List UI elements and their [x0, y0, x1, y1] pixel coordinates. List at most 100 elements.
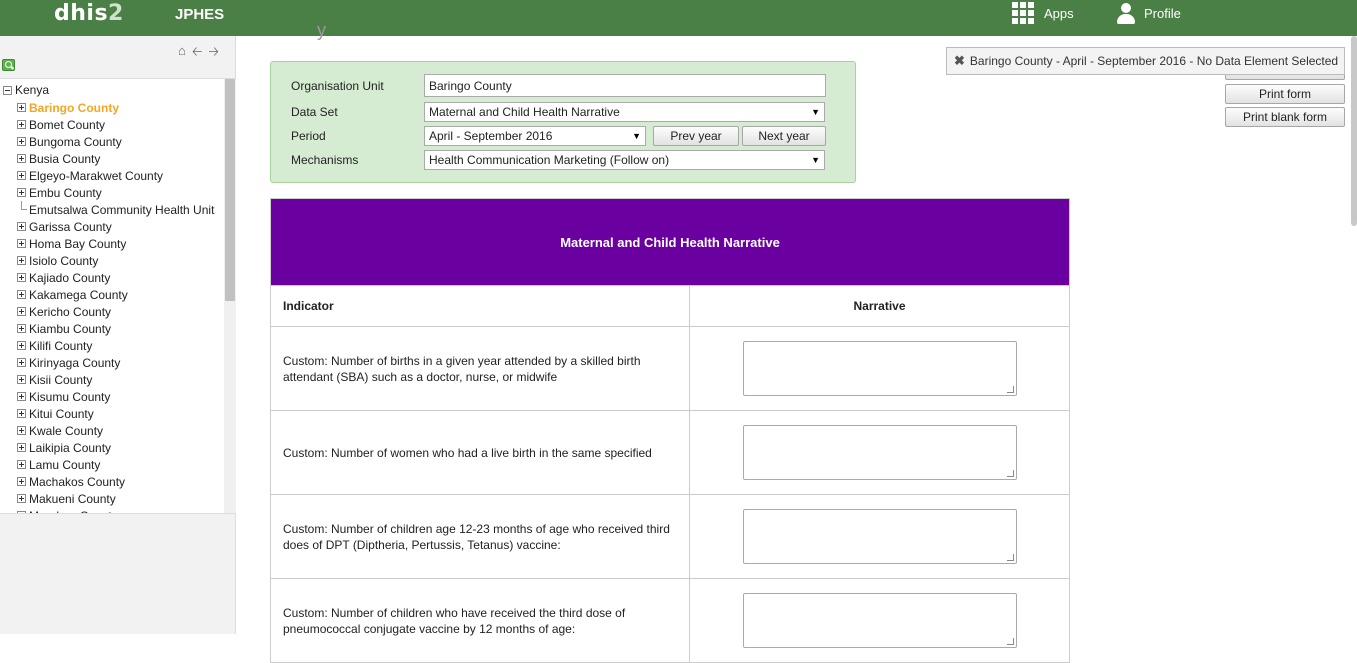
- tree-item[interactable]: Kisumu County: [17, 388, 214, 405]
- expand-icon[interactable]: [17, 239, 26, 248]
- expand-icon[interactable]: [17, 290, 26, 299]
- expand-icon[interactable]: [17, 137, 26, 146]
- expand-icon[interactable]: [17, 188, 26, 197]
- org-unit-field[interactable]: Baringo County: [424, 74, 826, 97]
- tree-item[interactable]: Kericho County: [17, 303, 214, 320]
- expand-icon[interactable]: [17, 443, 26, 452]
- tree-item-label[interactable]: Isiolo County: [29, 254, 98, 268]
- dataset-select[interactable]: Maternal and Child Health Narrative ▼: [424, 102, 825, 122]
- tree-item[interactable]: Emutsalwa Community Health Unit: [17, 201, 214, 218]
- tree-item[interactable]: Elgeyo-Marakwet County: [17, 167, 214, 184]
- expand-icon[interactable]: [17, 341, 26, 350]
- tree-item[interactable]: Kisii County: [17, 371, 214, 388]
- tree-item[interactable]: Kirinyaga County: [17, 354, 214, 371]
- print-form-button[interactable]: Print form: [1225, 84, 1345, 104]
- tree-item[interactable]: Bungoma County: [17, 133, 214, 150]
- expand-icon[interactable]: [17, 392, 26, 401]
- tree-item-label[interactable]: Lamu County: [29, 458, 100, 472]
- tree-item-label[interactable]: Kajiado County: [29, 271, 110, 285]
- prev-year-button[interactable]: Prev year: [653, 126, 739, 146]
- tree-item-label[interactable]: Kitui County: [29, 407, 94, 421]
- page-scrollbar[interactable]: [1351, 36, 1357, 226]
- expand-icon[interactable]: [17, 409, 26, 418]
- tree-item-label[interactable]: Emutsalwa Community Health Unit: [29, 203, 214, 217]
- next-year-button[interactable]: Next year: [742, 126, 826, 146]
- expand-icon[interactable]: [17, 256, 26, 265]
- narrative-textarea[interactable]: [742, 593, 1017, 648]
- expand-icon[interactable]: [17, 494, 26, 503]
- tree-item-label[interactable]: Machakos County: [29, 475, 125, 489]
- tree-item[interactable]: Isiolo County: [17, 252, 214, 269]
- expand-icon[interactable]: [17, 358, 26, 367]
- tree-item[interactable]: Baringo County: [17, 99, 214, 116]
- tree-item-label[interactable]: Laikipia County: [29, 441, 111, 455]
- tree-item-label[interactable]: Kwale County: [29, 424, 103, 438]
- tree-item-label[interactable]: Busia County: [29, 152, 100, 166]
- tree-item-label[interactable]: Makueni County: [29, 492, 116, 506]
- tree-item-label[interactable]: Mandera County: [29, 509, 118, 514]
- tree-item-label[interactable]: Kiambu County: [29, 322, 111, 336]
- tree-scroll-thumb[interactable]: [225, 79, 235, 301]
- tree-item[interactable]: Machakos County: [17, 473, 214, 490]
- tree-item[interactable]: Kwale County: [17, 422, 214, 439]
- period-select[interactable]: April - September 2016 ▼: [424, 126, 646, 146]
- expand-icon[interactable]: [17, 460, 26, 469]
- expand-icon[interactable]: [17, 222, 26, 231]
- tree-item-label[interactable]: Kilifi County: [29, 339, 92, 353]
- arrow-left-icon[interactable]: 🡠: [192, 43, 203, 65]
- expand-icon[interactable]: [17, 477, 26, 486]
- tree-item-label[interactable]: Homa Bay County: [29, 237, 126, 251]
- tree-item-label[interactable]: Embu County: [29, 186, 102, 200]
- org-unit-tree[interactable]: Kenya Baringo County Bomet County Bungoma …: [0, 78, 236, 514]
- close-icon[interactable]: ✖: [954, 53, 965, 69]
- expand-icon[interactable]: [17, 273, 26, 282]
- tree-item-label[interactable]: Kakamega County: [29, 288, 128, 302]
- tree-item[interactable]: Bomet County: [17, 116, 214, 133]
- tree-item-label[interactable]: Bungoma County: [29, 135, 122, 149]
- home-icon[interactable]: ⌂: [178, 43, 186, 65]
- tree-item[interactable]: Laikipia County: [17, 439, 214, 456]
- apps-menu-button[interactable]: Apps: [1012, 2, 1074, 24]
- collapse-icon[interactable]: [3, 85, 12, 95]
- expand-icon[interactable]: [17, 426, 26, 435]
- tree-item-label[interactable]: Kirinyaga County: [29, 356, 120, 370]
- tree-item-label[interactable]: Kisii County: [29, 373, 92, 387]
- tree-item-label[interactable]: Baringo County: [29, 101, 119, 115]
- tree-item-label[interactable]: Kisumu County: [29, 390, 110, 404]
- narrative-textarea[interactable]: [742, 341, 1017, 396]
- tree-item[interactable]: Makueni County: [17, 490, 214, 507]
- narrative-textarea[interactable]: [742, 509, 1017, 564]
- tree-item[interactable]: Mandera County: [17, 507, 214, 514]
- expand-icon[interactable]: [17, 375, 26, 384]
- dhis2-logo[interactable]: dhis2: [54, 1, 124, 26]
- tree-item[interactable]: Homa Bay County: [17, 235, 214, 252]
- tree-root[interactable]: Kenya: [3, 83, 49, 97]
- tree-item[interactable]: Kiambu County: [17, 320, 214, 337]
- tree-scrollbar[interactable]: [224, 79, 236, 513]
- expand-icon[interactable]: [17, 171, 26, 180]
- tree-item[interactable]: Kakamega County: [17, 286, 214, 303]
- arrow-right-icon[interactable]: 🡢: [208, 43, 219, 65]
- expand-icon[interactable]: [17, 103, 26, 112]
- mechanisms-select[interactable]: Health Communication Marketing (Follow o…: [424, 150, 825, 170]
- expand-icon[interactable]: [17, 511, 26, 513]
- narrative-textarea[interactable]: [742, 425, 1017, 480]
- tree-item[interactable]: Kitui County: [17, 405, 214, 422]
- tree-item[interactable]: Busia County: [17, 150, 214, 167]
- expand-icon[interactable]: [17, 324, 26, 333]
- tree-item[interactable]: Embu County: [17, 184, 214, 201]
- expand-icon[interactable]: [17, 120, 26, 129]
- tree-item-label[interactable]: Elgeyo-Marakwet County: [29, 169, 163, 183]
- tree-item[interactable]: Kajiado County: [17, 269, 214, 286]
- profile-menu-button[interactable]: Profile: [1116, 2, 1181, 24]
- print-blank-form-button[interactable]: Print blank form: [1225, 107, 1345, 127]
- tree-item[interactable]: Garissa County: [17, 218, 214, 235]
- tree-search-icon[interactable]: [2, 59, 15, 71]
- expand-icon[interactable]: [17, 154, 26, 163]
- tree-item[interactable]: Kilifi County: [17, 337, 214, 354]
- tree-item-label[interactable]: Bomet County: [29, 118, 105, 132]
- tree-root-label[interactable]: Kenya: [15, 83, 49, 97]
- app-title[interactable]: JPHES: [175, 6, 224, 23]
- tree-item-label[interactable]: Kericho County: [29, 305, 111, 319]
- expand-icon[interactable]: [17, 307, 26, 316]
